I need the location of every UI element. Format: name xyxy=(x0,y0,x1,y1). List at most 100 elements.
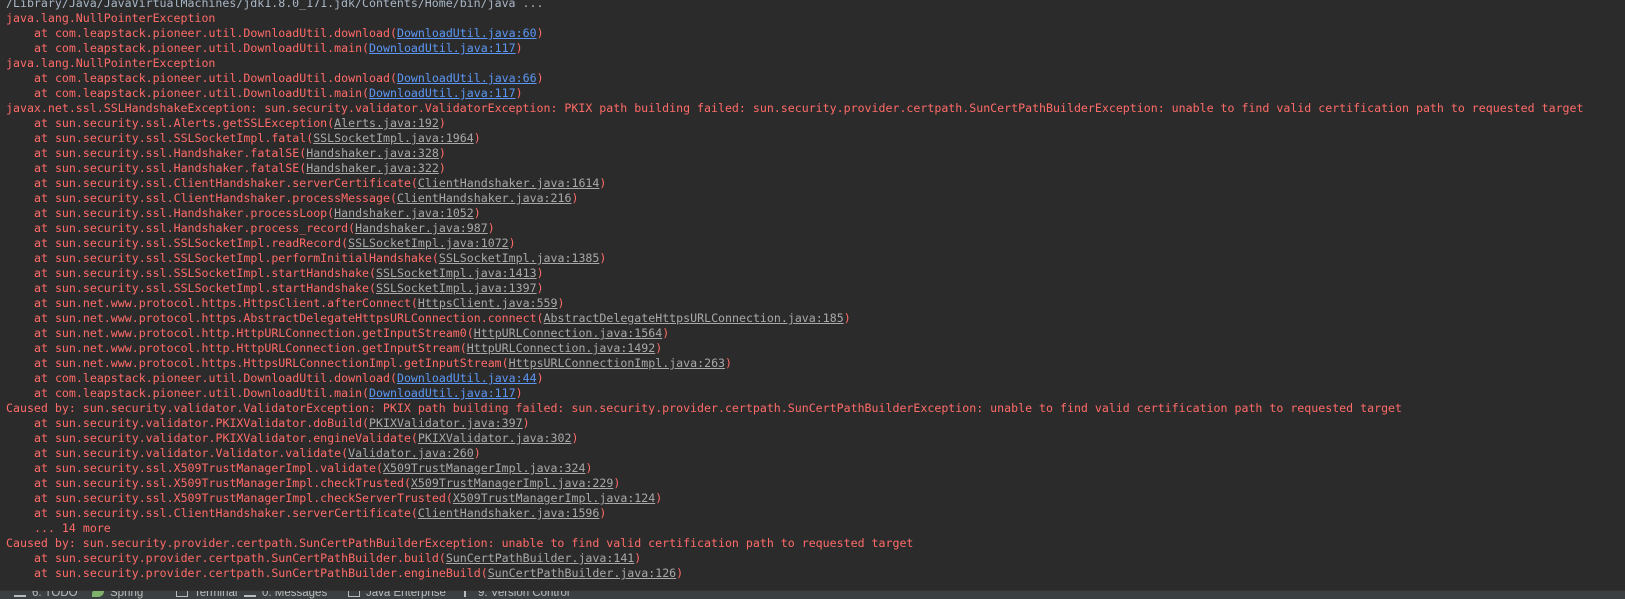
source-file-link[interactable]: Handshaker.java:987 xyxy=(355,221,488,235)
source-file-link[interactable]: DownloadUtil.java:117 xyxy=(369,41,516,55)
line-text: at com.leapstack.pioneer.util.DownloadUt… xyxy=(34,386,370,400)
line-text: at sun.security.provider.certpath.SunCer… xyxy=(34,551,446,565)
source-file-link[interactable]: X509TrustManagerImpl.java:229 xyxy=(411,476,613,490)
stack-frame-line: at sun.security.ssl.Alerts.getSSLExcepti… xyxy=(0,116,1625,131)
stack-frame-line: at sun.net.www.protocol.https.HttpsURLCo… xyxy=(0,356,1625,371)
stack-frame-line: at sun.security.ssl.ClientHandshaker.ser… xyxy=(0,176,1625,191)
line-text: at sun.security.ssl.ClientHandshaker.ser… xyxy=(34,506,418,520)
source-file-link[interactable]: HttpURLConnection.java:1564 xyxy=(474,326,662,340)
line-text-suffix: ) xyxy=(585,461,593,475)
line-text-suffix: ) xyxy=(473,446,481,460)
line-text-suffix: ) xyxy=(438,116,446,130)
stack-frame-line: at sun.security.validator.Validator.vali… xyxy=(0,446,1625,461)
stack-frame-line: at com.leapstack.pioneer.util.DownloadUt… xyxy=(0,386,1625,401)
source-file-link[interactable]: SunCertPathBuilder.java:126 xyxy=(488,566,676,580)
line-text-suffix: ) xyxy=(662,326,670,340)
messages-icon xyxy=(244,591,256,598)
source-file-link[interactable]: Handshaker.java:322 xyxy=(306,161,439,175)
line-text: at sun.security.ssl.Handshaker.fatalSE( xyxy=(34,146,307,160)
line-text: at sun.security.validator.Validator.vali… xyxy=(34,446,349,460)
line-text: java.lang.NullPointerException xyxy=(6,11,216,25)
exception-header-line: Caused by: sun.security.validator.Valida… xyxy=(0,401,1625,416)
source-file-link[interactable]: SSLSocketImpl.java:1385 xyxy=(439,251,600,265)
stack-frame-line: at sun.net.www.protocol.http.HttpURLConn… xyxy=(0,326,1625,341)
command-line: /Library/Java/JavaVirtualMachines/jdk1.8… xyxy=(6,0,544,10)
line-text-suffix: ) xyxy=(515,41,523,55)
run-console-output[interactable]: /Library/Java/JavaVirtualMachines/jdk1.8… xyxy=(0,0,1625,586)
vcs-icon xyxy=(464,591,472,598)
line-text: at sun.security.ssl.Handshaker.process_r… xyxy=(34,221,356,235)
source-file-link[interactable]: HttpURLConnection.java:1492 xyxy=(467,341,655,355)
stack-frame-line: at sun.security.validator.PKIXValidator.… xyxy=(0,416,1625,431)
line-text-suffix: ) xyxy=(515,386,523,400)
line-text: at com.leapstack.pioneer.util.DownloadUt… xyxy=(34,371,397,385)
source-file-link[interactable]: Handshaker.java:1052 xyxy=(334,206,474,220)
source-file-link[interactable]: DownloadUtil.java:66 xyxy=(397,71,537,85)
line-text-suffix: ) xyxy=(599,251,607,265)
line-text-suffix: ) xyxy=(473,131,481,145)
line-text-suffix: ) xyxy=(676,566,684,580)
source-file-link[interactable]: X509TrustManagerImpl.java:324 xyxy=(383,461,585,475)
line-text: at sun.security.ssl.Handshaker.processLo… xyxy=(34,206,335,220)
line-text-suffix: ) xyxy=(536,371,544,385)
line-text-suffix: ) xyxy=(599,176,607,190)
source-file-link[interactable]: ClientHandshaker.java:216 xyxy=(397,191,572,205)
source-file-link[interactable]: ClientHandshaker.java:1596 xyxy=(418,506,599,520)
source-file-link[interactable]: SSLSocketImpl.java:1413 xyxy=(376,266,537,280)
stack-trace-lines: java.lang.NullPointerException at com.lea… xyxy=(0,11,1625,581)
source-file-link[interactable]: Handshaker.java:328 xyxy=(306,146,439,160)
source-file-link[interactable]: SSLSocketImpl.java:1964 xyxy=(313,131,474,145)
stack-frame-line: at sun.security.validator.PKIXValidator.… xyxy=(0,431,1625,446)
line-text: at sun.net.www.protocol.http.HttpURLConn… xyxy=(34,341,467,355)
stack-frame-line: at sun.security.ssl.Handshaker.fatalSE(H… xyxy=(0,146,1625,161)
source-file-link[interactable]: SSLSocketImpl.java:1072 xyxy=(348,236,509,250)
stack-frame-line: at sun.net.www.protocol.https.AbstractDe… xyxy=(0,311,1625,326)
source-file-link[interactable]: HttpsClient.java:559 xyxy=(418,296,558,310)
stack-frame-line: at sun.net.www.protocol.http.HttpURLConn… xyxy=(0,341,1625,356)
line-text: at com.leapstack.pioneer.util.DownloadUt… xyxy=(34,86,370,100)
line-text-suffix: ) xyxy=(634,551,642,565)
stack-frame-line: at sun.security.provider.certpath.SunCer… xyxy=(0,566,1625,581)
source-file-link[interactable]: PKIXValidator.java:302 xyxy=(418,431,572,445)
source-file-link[interactable]: DownloadUtil.java:117 xyxy=(369,386,516,400)
line-text-suffix: ) xyxy=(655,491,663,505)
line-text-suffix: ) xyxy=(571,191,579,205)
line-text: at sun.net.www.protocol.https.AbstractDe… xyxy=(34,311,544,325)
todo-icon xyxy=(14,591,26,598)
stack-frame-line: ... 14 more xyxy=(0,521,1625,536)
source-file-link[interactable]: DownloadUtil.java:44 xyxy=(397,371,537,385)
source-file-link[interactable]: PKIXValidator.java:397 xyxy=(369,416,523,430)
source-file-link[interactable]: ClientHandshaker.java:1614 xyxy=(418,176,599,190)
line-text: at sun.security.ssl.Alerts.getSSLExcepti… xyxy=(34,116,335,130)
line-text: at sun.security.validator.PKIXValidator.… xyxy=(34,431,418,445)
line-text: at sun.net.www.protocol.http.HttpURLConn… xyxy=(34,326,474,340)
stack-frame-line: at sun.security.ssl.SSLSocketImpl.startH… xyxy=(0,266,1625,281)
exception-header-line: java.lang.NullPointerException xyxy=(0,56,1625,71)
line-text: at sun.security.validator.PKIXValidator.… xyxy=(34,416,370,430)
stack-frame-line: at com.leapstack.pioneer.util.DownloadUt… xyxy=(0,41,1625,56)
terminal-icon xyxy=(176,591,188,598)
stack-frame-line: at com.leapstack.pioneer.util.DownloadUt… xyxy=(0,86,1625,101)
stack-frame-line: at com.leapstack.pioneer.util.DownloadUt… xyxy=(0,371,1625,386)
line-text-suffix: ) xyxy=(571,431,579,445)
source-file-link[interactable]: X509TrustManagerImpl.java:124 xyxy=(453,491,655,505)
source-file-link[interactable]: SunCertPathBuilder.java:141 xyxy=(446,551,634,565)
stack-frame-line: at sun.security.ssl.Handshaker.process_r… xyxy=(0,221,1625,236)
source-file-link[interactable]: Alerts.java:192 xyxy=(334,116,439,130)
source-file-link[interactable]: Validator.java:260 xyxy=(348,446,474,460)
line-text: at sun.net.www.protocol.https.HttpsURLCo… xyxy=(34,356,509,370)
line-text-suffix: ) xyxy=(536,71,544,85)
source-file-link[interactable]: AbstractDelegateHttpsURLConnection.java:… xyxy=(544,311,844,325)
stack-frame-line: at com.leapstack.pioneer.util.DownloadUt… xyxy=(0,71,1625,86)
line-text: at sun.security.ssl.ClientHandshaker.pro… xyxy=(34,191,397,205)
source-file-link[interactable]: SSLSocketImpl.java:1397 xyxy=(376,281,537,295)
line-text: ... 14 more xyxy=(34,521,111,535)
line-text-suffix: ) xyxy=(843,311,851,325)
source-file-link[interactable]: DownloadUtil.java:117 xyxy=(369,86,516,100)
source-file-link[interactable]: DownloadUtil.java:60 xyxy=(397,26,537,40)
stack-frame-line: at sun.security.ssl.SSLSocketImpl.fatal(… xyxy=(0,131,1625,146)
source-file-link[interactable]: HttpsURLConnectionImpl.java:263 xyxy=(509,356,725,370)
exception-header-line: javax.net.ssl.SSLHandshakeException: sun… xyxy=(0,101,1625,116)
stack-frame-line: at sun.net.www.protocol.https.HttpsClien… xyxy=(0,296,1625,311)
line-text: at sun.security.provider.certpath.SunCer… xyxy=(34,566,488,580)
